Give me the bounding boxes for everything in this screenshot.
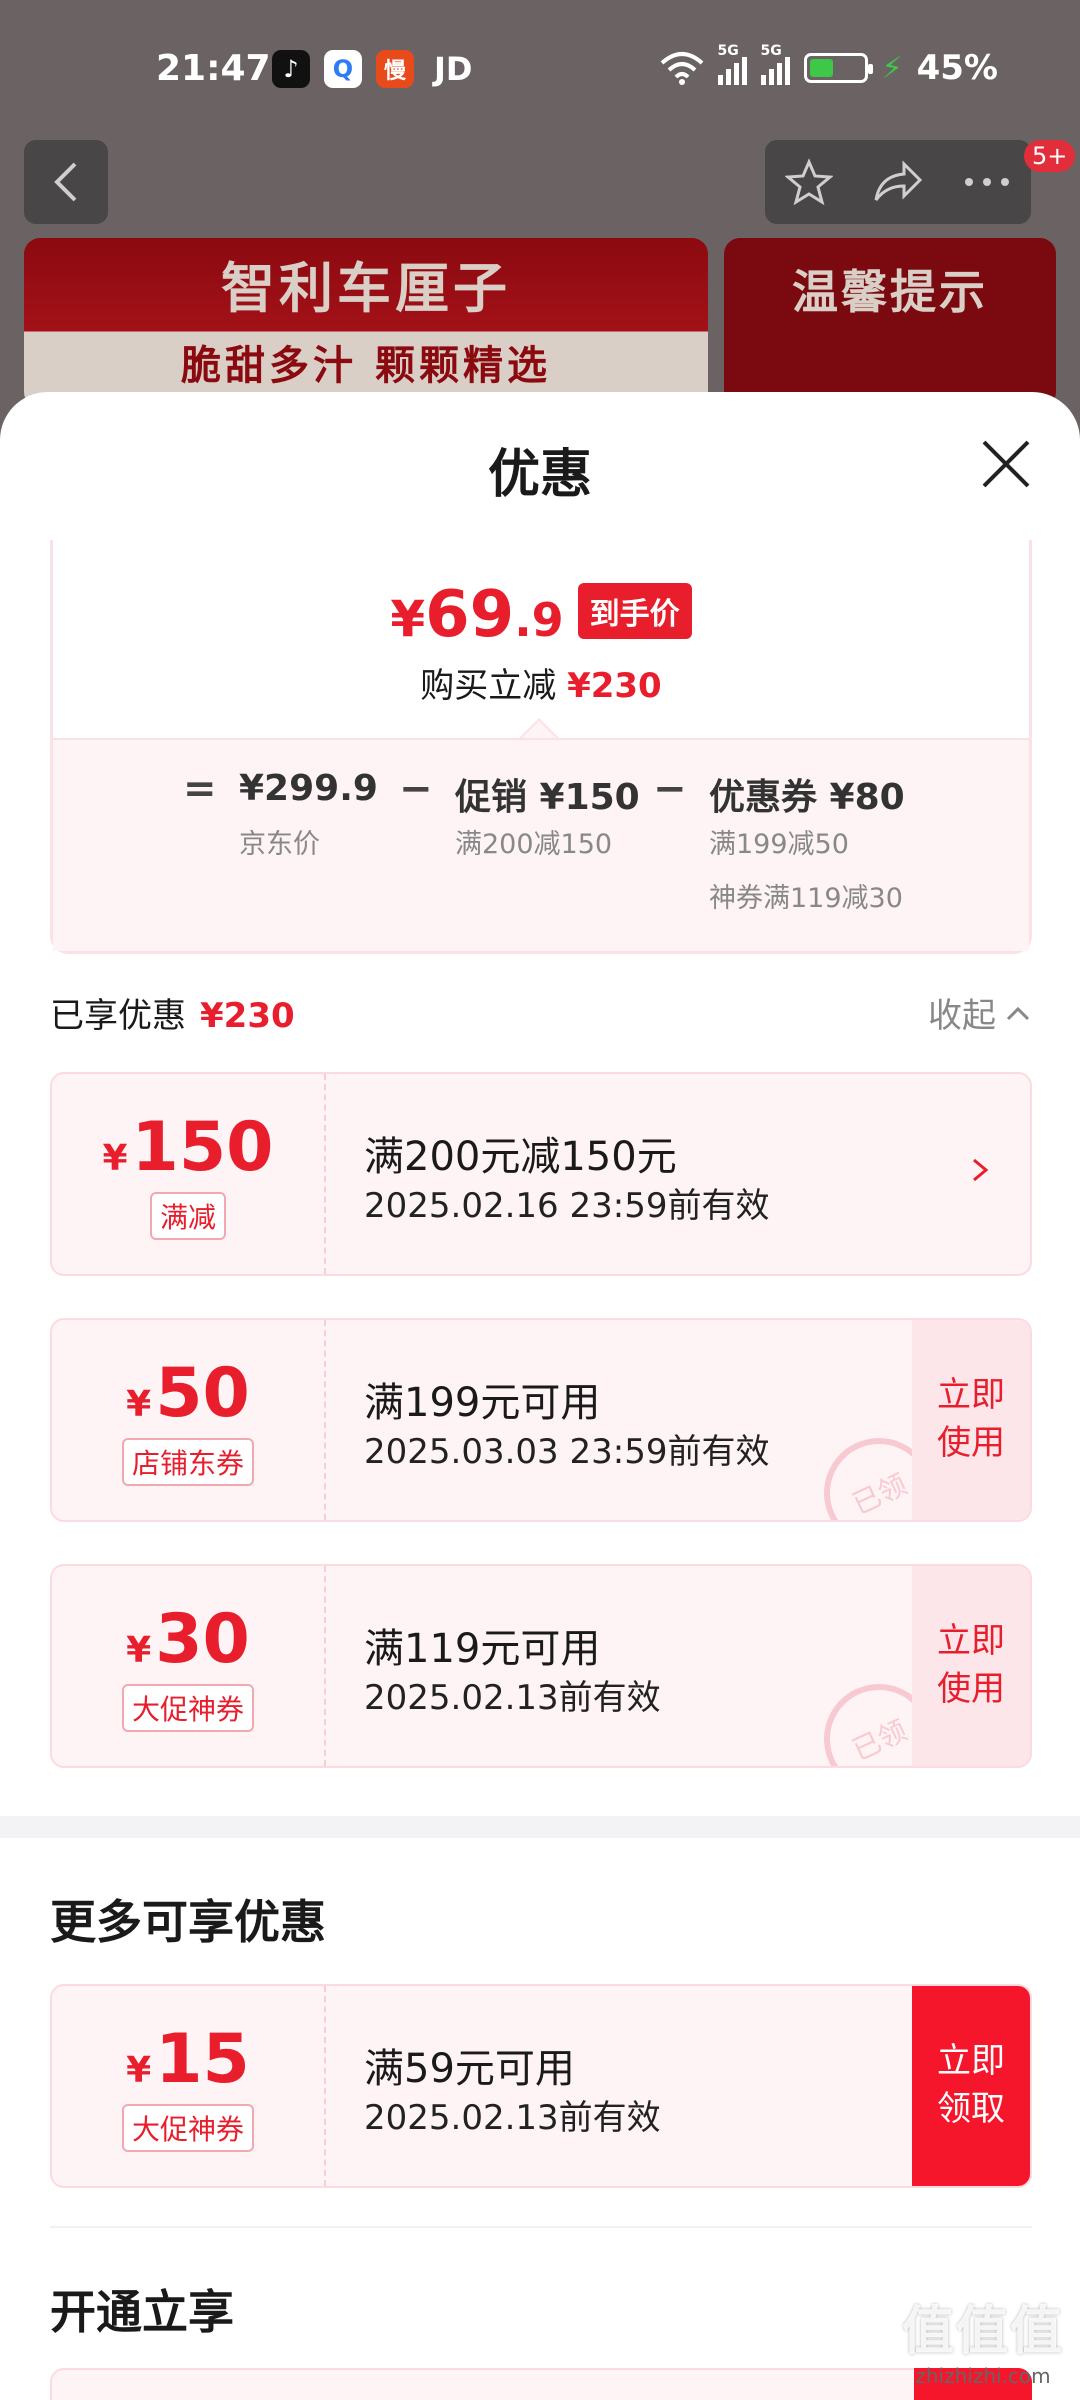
more-icon[interactable] [963,176,1011,188]
enjoyed-discount-header: 已享优惠 ¥230 [50,996,295,1036]
sheet-title: 优惠 [487,445,592,505]
coupon-card[interactable]: ¥15 大促神券 满59元可用 2025.02.13前有效 立即 领取 [50,1984,1032,2188]
tiktok-icon: ♪ [272,50,310,88]
status-indicators: 5G 5G ⚡ 45% [660,43,998,88]
chevron-up-icon [1006,1006,1030,1020]
chevron-right-icon[interactable] [970,1150,990,1190]
coupon-validity: 2025.02.16 23:59前有效 [364,1186,770,1226]
coupon-condition: 满59元可用 [364,2046,575,2092]
charging-icon: ⚡ [881,50,903,86]
member-discount-title: 开通立享 [50,2285,234,2339]
star-icon[interactable] [784,158,833,206]
coupon-card-partial[interactable] [50,2368,1032,2400]
coupon-type: 满减 [149,1192,226,1240]
coupon-rule-1: 满199减50 [709,829,849,860]
final-price-tag: 到手价 [577,583,692,639]
coupon-validity: 2025.02.13前有效 [364,1678,661,1718]
coupon-card[interactable]: ¥50 店铺东券 满199元可用 2025.03.03 23:59前有效 已领 … [50,1318,1032,1522]
carrier-label: JD [434,50,473,88]
banner-title: 智利车厘子 [221,257,511,320]
collapse-toggle[interactable]: 收起 [928,988,1030,1037]
more-discounts-title: 更多可享优惠 [50,1895,326,1949]
use-now-button[interactable]: 立即 使用 [912,1320,1030,1520]
banner-subtitle: 脆甜多汁 颗颗精选 [181,343,551,389]
notification-apps: ♪ Q 慢 JD [272,50,472,88]
equals-sign: = [183,766,217,812]
coupon-condition: 满199元可用 [364,1380,601,1426]
back-button[interactable] [24,140,108,224]
coupon-validity: 2025.03.03 23:59前有效 [364,1432,770,1472]
battery-percent: 45% [916,48,998,88]
base-price: ¥299.9 [239,768,378,809]
coupon-type: 大促神券 [121,2104,254,2152]
signal-icon-2: 5G [760,43,790,85]
price-summary: ¥69.9 到手价 购买立减 ¥230 = ¥299.9 京东价 − 促销 ¥1… [50,540,1032,954]
top-actions [765,140,1031,224]
price-breakdown: = ¥299.9 京东价 − 促销 ¥150 满200减150 − 优惠券 ¥8… [53,738,1029,951]
message-badge: 5+ [1024,140,1076,172]
instant-discount: 购买立减 ¥230 [420,666,662,706]
coupon-validity: 2025.02.13前有效 [364,2098,661,2138]
coupon-card[interactable]: ¥150 满减 满200元减150元 2025.02.16 23:59前有效 [50,1072,1032,1276]
coupon-amount: ¥30 [126,1600,250,1679]
search-app-icon: Q [324,50,362,88]
chevron-left-icon [54,162,77,202]
notice-title: 温馨提示 [792,265,988,319]
coupon-condition: 满200元减150元 [364,1134,677,1180]
signal-icon: 5G [717,43,747,85]
use-now-button[interactable]: 立即 使用 [912,1566,1030,1766]
claim-now-button[interactable]: 立即 领取 [912,1986,1030,2186]
discount-sheet: 优惠 ¥69.9 到手价 购买立减 ¥230 = ¥299.9 京东价 − 促销… [0,392,1080,2400]
manman-app-icon: 慢 [376,50,414,88]
coupon-amount: ¥50 [126,1354,250,1433]
product-banner: 智利车厘子 脆甜多汁 颗颗精选 [24,238,708,408]
battery-icon [803,53,873,83]
status-bar: 21:47 ♪ Q 慢 JD 5G 5G ⚡ 45% [0,0,1080,140]
section-divider [0,1816,1080,1838]
base-price-label: 京东价 [239,829,320,860]
final-price: ¥69.9 [390,578,564,652]
minus-sign: − [399,766,433,812]
section-divider-line [50,2226,1032,2228]
promo-rule: 满200减150 [455,829,613,860]
coupon-amount: ¥15 [126,2020,250,2099]
coupon-type: 大促神券 [121,1684,254,1732]
coupon-amount: ¥150 [102,1108,274,1187]
coupon-value: 优惠券 ¥80 [709,777,905,818]
watermark: 值值值 zhizhizhi.com [901,2302,1064,2388]
status-time: 21:47 [156,48,271,89]
coupon-rule-2: 神券满119减30 [709,883,903,914]
close-icon[interactable] [978,436,1034,492]
minus-sign-2: − [653,766,687,812]
coupon-card[interactable]: ¥30 大促神券 满119元可用 2025.02.13前有效 已领 立即 使用 [50,1564,1032,1768]
notice-banner: 温馨提示 [724,238,1056,408]
share-icon[interactable] [872,160,924,204]
coupon-type: 店铺东券 [121,1438,254,1486]
wifi-icon [660,52,703,85]
coupon-condition: 满119元可用 [364,1626,601,1672]
promo-value: 促销 ¥150 [455,777,640,818]
